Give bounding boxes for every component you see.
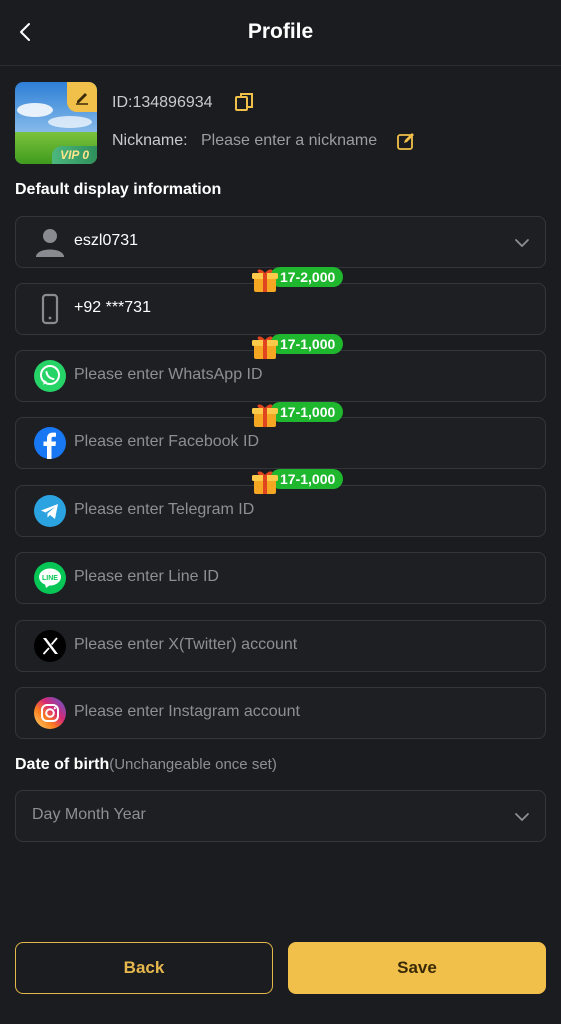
telegram-field[interactable]: Please enter Telegram ID (15, 485, 546, 537)
phone-value: +92 ***731 (74, 299, 151, 316)
facebook-icon (33, 426, 67, 460)
copy-icon[interactable] (233, 91, 255, 113)
line-placeholder: Please enter Line ID (74, 568, 219, 585)
reward-amount: 17-1,000 (270, 402, 344, 422)
top-bar: Profile (0, 0, 561, 66)
nickname-label: Nickname: (112, 132, 188, 149)
line-icon: LINE (33, 561, 67, 595)
whatsapp-icon (33, 359, 67, 393)
back-button[interactable]: Back (15, 942, 273, 994)
facebook-placeholder: Please enter Facebook ID (74, 433, 259, 450)
instagram-field[interactable]: Please enter Instagram account (15, 687, 546, 739)
line-field[interactable]: LINE Please enter Line ID (15, 552, 546, 604)
user-id: ID:134896934 (112, 94, 213, 111)
reward-badge-phone: 17-2,000 (250, 267, 344, 292)
gift-icon (252, 269, 278, 292)
page-title: Profile (247, 20, 314, 43)
reward-badge-telegram: 17-1,000 (250, 469, 344, 494)
telegram-icon (33, 494, 67, 528)
save-button[interactable]: Save (288, 942, 546, 994)
gift-icon (252, 471, 278, 494)
dob-select[interactable]: Day Month Year (15, 790, 546, 842)
reward-amount: 17-1,000 (270, 334, 344, 354)
gift-icon (252, 336, 278, 359)
phone-icon (33, 292, 67, 326)
dob-heading: Date of birth(Unchangeable once set) (15, 756, 277, 774)
dob-note: (Unchangeable once set) (109, 756, 277, 773)
vip-badge: VIP 0 (52, 146, 97, 164)
whatsapp-placeholder: Please enter WhatsApp ID (74, 366, 263, 383)
instagram-placeholder: Please enter Instagram account (74, 703, 300, 720)
line-logo-text: LINE (42, 575, 58, 582)
nickname-edit-icon[interactable] (396, 131, 416, 151)
avatar[interactable]: VIP 0 (15, 82, 97, 164)
nickname-input[interactable] (201, 129, 391, 153)
whatsapp-field[interactable]: Please enter WhatsApp ID (15, 350, 546, 402)
username-value: eszl0731 (74, 232, 139, 249)
reward-amount: 17-2,000 (270, 267, 344, 287)
dob-label: Date of birth (15, 756, 110, 773)
username-select[interactable]: eszl0731 (15, 216, 546, 268)
gift-icon (252, 404, 278, 427)
user-icon (33, 225, 67, 259)
twitter-field[interactable]: Please enter X(Twitter) account (15, 620, 546, 672)
chevron-down-icon (515, 239, 529, 248)
instagram-icon (33, 696, 67, 730)
reward-amount: 17-1,000 (270, 469, 344, 489)
display-info-heading: Default display information (15, 181, 222, 198)
facebook-field[interactable]: Please enter Facebook ID (15, 417, 546, 469)
phone-field[interactable]: +92 ***731 (15, 283, 546, 335)
avatar-edit-icon[interactable] (67, 82, 97, 112)
reward-badge-whatsapp: 17-1,000 (250, 334, 344, 359)
chevron-down-icon (515, 813, 529, 822)
telegram-placeholder: Please enter Telegram ID (74, 501, 255, 518)
x-twitter-icon (33, 629, 67, 663)
twitter-placeholder: Please enter X(Twitter) account (74, 636, 298, 653)
dob-placeholder: Day Month Year (32, 806, 146, 823)
reward-badge-facebook: 17-1,000 (250, 402, 344, 427)
